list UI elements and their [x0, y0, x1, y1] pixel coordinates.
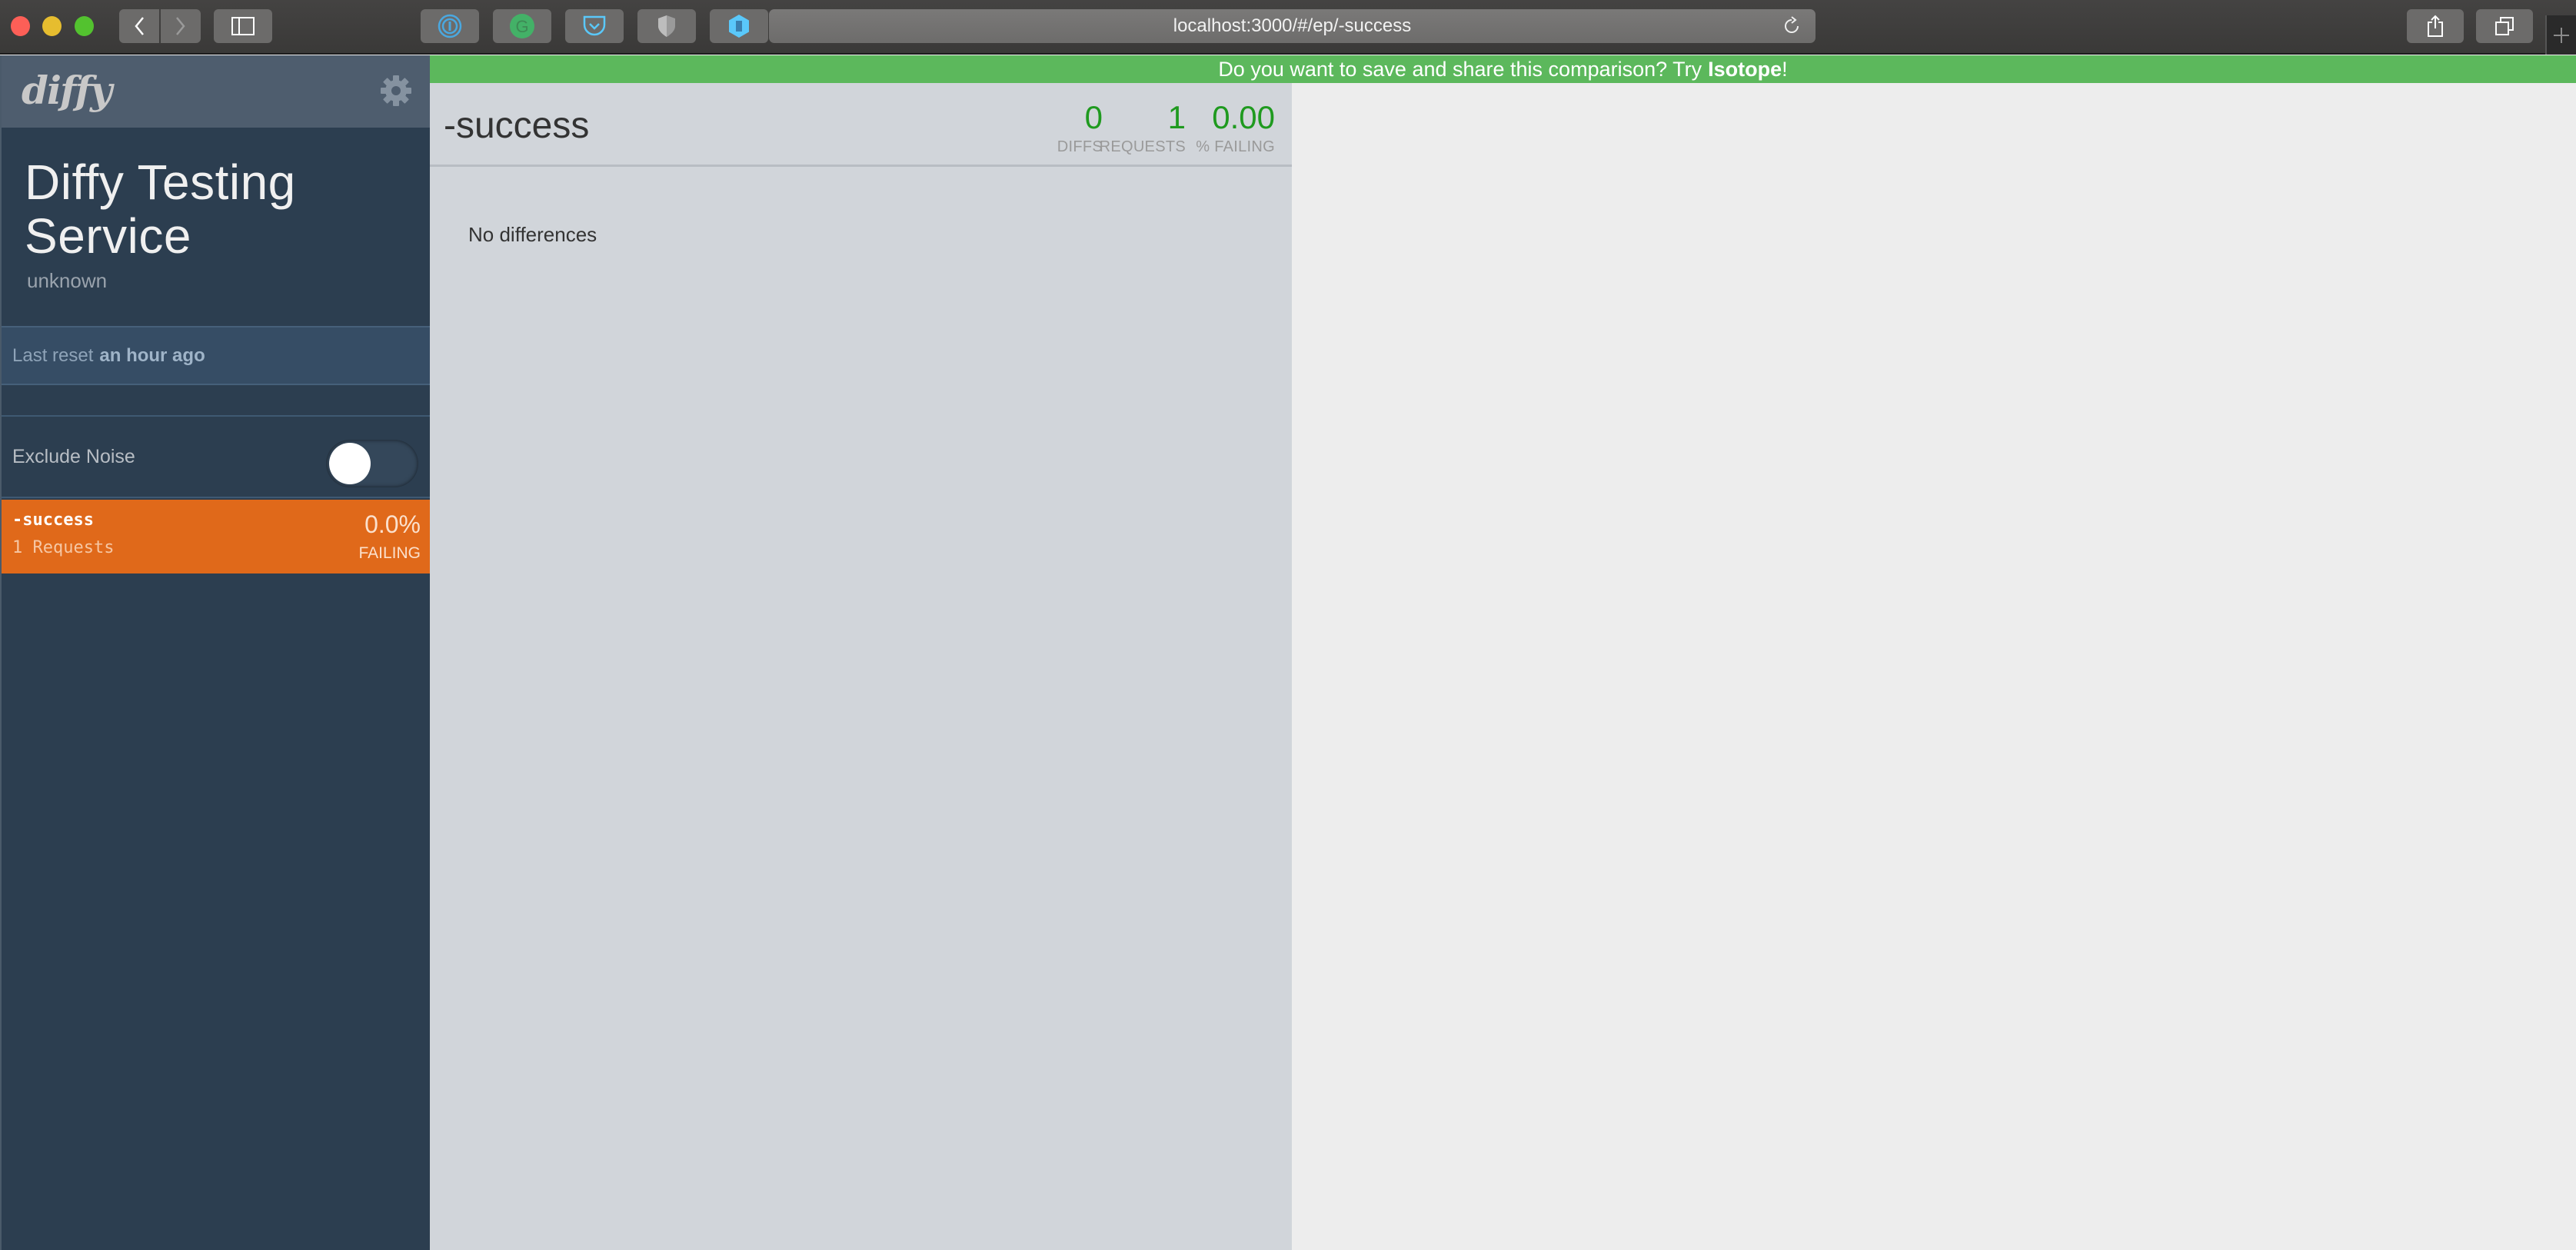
- stat-diffs: 0 DIFFS: [1057, 100, 1103, 156]
- endpoint-failing-percent: 0.0%: [364, 510, 421, 538]
- gear-icon[interactable]: [379, 74, 413, 108]
- stat-failing-value: 0.00: [1212, 99, 1275, 135]
- endpoint-detail-panel: -success 0 DIFFS 1 REQUESTS 0.00 % FAILI…: [430, 83, 1292, 1250]
- address-bar[interactable]: localhost:3000/#/ep/-success: [769, 9, 1816, 43]
- diffy-logo[interactable]: diffy: [22, 68, 112, 113]
- fullscreen-window-button[interactable]: [75, 16, 94, 36]
- plus-icon: [2554, 27, 2569, 43]
- stat-requests: 1 REQUESTS: [1100, 100, 1186, 156]
- last-reset-label: Last reset: [12, 344, 94, 366]
- minimize-window-button[interactable]: [42, 16, 62, 36]
- isotope-link[interactable]: Isotope: [1708, 58, 1782, 81]
- toggle-knob[interactable]: [329, 443, 371, 484]
- hexagon-extension-icon: [729, 15, 749, 38]
- close-window-button[interactable]: [11, 16, 30, 36]
- privacy-extension-button[interactable]: [637, 9, 696, 43]
- back-button[interactable]: [119, 9, 159, 43]
- 1password-extension-button[interactable]: [421, 9, 479, 43]
- sidebar-header: diffy: [2, 55, 430, 128]
- chevron-right-icon: [176, 17, 185, 35]
- endpoint-name: -success: [12, 510, 94, 530]
- stat-diffs-label: DIFFS: [1057, 138, 1103, 155]
- share-button[interactable]: [2407, 9, 2464, 43]
- stat-requests-value: 1: [1167, 99, 1186, 135]
- grammarly-icon: G: [510, 14, 534, 38]
- pocket-extension-button[interactable]: [565, 9, 624, 43]
- stat-failing-label: % FAILING: [1196, 138, 1275, 155]
- new-tab-button[interactable]: [2545, 15, 2576, 55]
- forward-button[interactable]: [161, 9, 201, 43]
- endpoint-title: -success: [444, 105, 590, 146]
- svg-text:G: G: [515, 17, 528, 36]
- tabs-overview-icon: [2495, 17, 2514, 35]
- endpoint-list-item[interactable]: -success 1 Requests 0.0% FAILING: [2, 500, 430, 573]
- sidebar-icon: [231, 17, 255, 35]
- banner-suffix: !: [1782, 57, 1788, 81]
- 1password-icon: [438, 14, 462, 38]
- last-reset-info: Last reset an hour ago: [2, 326, 430, 385]
- exclude-noise-row: Exclude Noise: [2, 415, 430, 498]
- service-subtitle: unknown: [27, 269, 108, 292]
- sidebar-toggle-button[interactable]: [214, 9, 272, 43]
- empty-state-message: No differences: [468, 223, 597, 246]
- last-reset-value: an hour ago: [99, 344, 205, 366]
- shield-icon: [658, 15, 675, 37]
- share-icon: [2428, 15, 2443, 37]
- isotope-promo-banner: Do you want to save and share this compa…: [430, 55, 2576, 83]
- pocket-icon: [583, 15, 606, 36]
- chevron-left-icon: [135, 17, 144, 35]
- banner-text: Do you want to save and share this compa…: [1218, 57, 1702, 81]
- endpoint-request-count: 1 Requests: [12, 538, 115, 557]
- grammarly-extension-button[interactable]: G: [493, 9, 551, 43]
- reload-icon[interactable]: [1782, 16, 1802, 36]
- hexagon-extension-button[interactable]: [710, 9, 768, 43]
- sidebar: diffy Diffy Testing Service unknown Last…: [0, 55, 430, 1250]
- stat-requests-label: REQUESTS: [1099, 138, 1186, 155]
- exclude-noise-toggle[interactable]: [326, 440, 418, 487]
- endpoint-failing-label: FAILING: [358, 544, 421, 562]
- stat-failing: 0.00 % FAILING: [1196, 100, 1275, 156]
- stat-diffs-value: 0: [1084, 99, 1103, 135]
- tabs-overview-button[interactable]: [2476, 9, 2533, 43]
- url-text: localhost:3000/#/ep/-success: [1173, 15, 1412, 36]
- endpoint-header: -success 0 DIFFS 1 REQUESTS 0.00 % FAILI…: [430, 83, 1292, 167]
- exclude-noise-label: Exclude Noise: [12, 446, 135, 467]
- browser-toolbar: G localhost:3000/#/ep/-success: [0, 0, 2576, 55]
- diff-detail-area: [1292, 83, 2576, 1250]
- service-title: Diffy Testing Service: [25, 155, 296, 264]
